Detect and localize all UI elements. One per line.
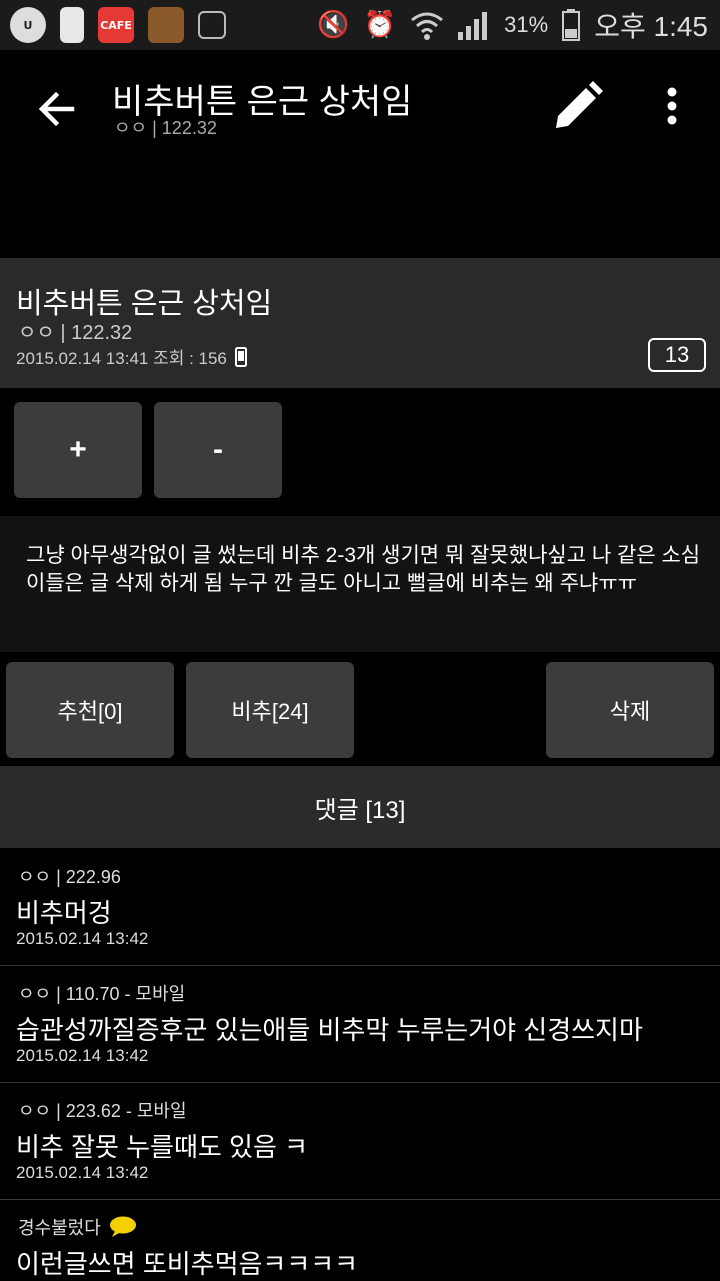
mute-icon: 🔇 [317,10,350,40]
action-bar: 비추버튼 은근 상처임 ㅇㅇ | 122.32 [0,50,720,160]
comment-body: 비추머겅 [16,898,112,928]
post-author: ㅇㅇ | 122.32 [18,322,133,344]
delete-button[interactable]: 삭제 [546,662,714,758]
post-header: 비추버튼 은근 상처임 ㅇㅇ | 122.32 2015.02.14 13:41… [0,258,720,388]
comment-item[interactable]: 경수불렀다 이런글쓰면 또비추먹음ㅋㅋㅋㅋ [0,1200,720,1280]
cafe-app-icon: CAFE [98,7,134,43]
comment-item[interactable]: ㅇㅇ | 222.96 비추머겅 2015.02.14 13:42 [0,849,720,966]
signal-icon [458,12,488,40]
edit-pencil-icon[interactable] [546,78,606,138]
phone-icon [60,7,84,43]
comment-body: 이런글쓰면 또비추먹음ㅋㅋㅋㅋ [16,1249,359,1279]
recommend-button[interactable]: 추천[0] [6,662,174,758]
comment-body: 습관성까질증후군 있는애들 비추막 누루는거야 신경쓰지마 [16,1015,643,1045]
post-body: 그냥 아무생각없이 글 썼는데 비추 2-3개 생기면 뭐 잘못했나싶고 나 같… [26,544,701,595]
battery-percent: 31% [504,12,549,37]
comment-item[interactable]: ㅇㅇ | 223.62 - 모바일 비추 잘못 누를때도 있음 ㅋ 2015.0… [0,1083,720,1200]
comment-count-badge[interactable]: 13 [648,338,706,372]
post-body-card: 그냥 아무생각없이 글 썼는데 비추 2-3개 생기면 뭐 잘못했나싶고 나 같… [0,516,720,652]
battery-icon [562,9,581,41]
comment-author: ㅇㅇ | 222.96 [18,867,121,887]
comment-date: 2015.02.14 13:42 [16,929,149,948]
speech-bubble-icon [109,1216,136,1237]
u-plus-app-icon: U [10,7,46,43]
wifi-icon [411,12,444,40]
comments-header[interactable]: 댓글 [13] [0,766,720,848]
toolbar-subtitle: ㅇㅇ | 122.32 [114,118,217,138]
alarm-icon: ⏰ [363,10,397,40]
plus-button[interactable]: + [14,402,142,498]
unrecommend-button[interactable]: 비추[24] [186,662,354,758]
comment-body: 비추 잘못 누를때도 있음 ㅋ [16,1132,309,1162]
comment-date: 2015.02.14 13:42 [16,1046,149,1065]
overflow-menu-icon[interactable] [652,84,692,134]
status-bar: U CAFE 🔇 ⏰ 31% 오후 1:45 [0,0,720,50]
gallery-icon [198,11,226,39]
comment-item[interactable]: ㅇㅇ | 110.70 - 모바일 습관성까질증후군 있는애들 비추막 누루는거… [0,966,720,1083]
comment-author: 경수불렀다 [18,1218,101,1238]
mobile-phone-icon [234,346,247,367]
comment-date: 2015.02.14 13:42 [16,1163,149,1182]
back-arrow-icon[interactable] [28,82,84,138]
clock: 오후 1:45 [594,11,708,42]
line-app-icon [148,7,184,43]
comment-author-row: 경수불렀다 [18,1214,137,1240]
post-meta: 2015.02.14 13:41 조회 : 156 [16,344,247,369]
minus-button[interactable]: - [154,402,282,498]
comment-author: ㅇㅇ | 110.70 - 모바일 [18,984,186,1004]
post-date-views: 2015.02.14 13:41 조회 : 156 [16,349,227,368]
comment-author: ㅇㅇ | 223.62 - 모바일 [18,1101,187,1121]
